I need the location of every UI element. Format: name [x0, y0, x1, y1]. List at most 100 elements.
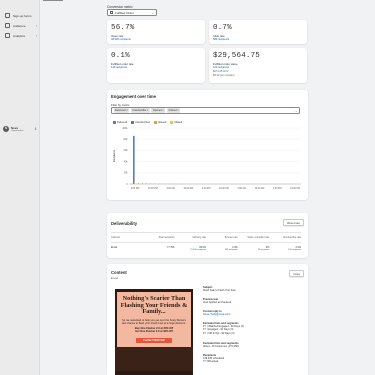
legend-item-delivered[interactable]: Delivered	[113, 121, 127, 124]
y-tick-label: 80k	[124, 138, 129, 141]
chevron-down-icon: ⌄	[294, 108, 298, 113]
email-cta-button: FLASH YOUR FAM	[136, 337, 172, 343]
filter-chip-opened[interactable]: Opened ×	[151, 108, 166, 113]
column-header: Spam complaint rate	[247, 236, 270, 239]
cell-sub[interactable]: 77,409 recipients	[174, 249, 206, 251]
metric-sub[interactable]: 120 recipients	[213, 66, 229, 69]
avatar: N	[3, 125, 9, 132]
chart-legend: Delivered Unsubscribed Opened Clicked	[113, 121, 186, 124]
chevron-updown-icon: ⇕	[34, 126, 37, 131]
legend-label: Delivered	[117, 121, 128, 124]
metric-value: $29,564.75	[213, 52, 261, 60]
legend-swatch	[153, 121, 157, 124]
metric-card-open-rate: 56.7% Open rate 48,930 recipients	[107, 20, 205, 44]
people-icon	[5, 23, 10, 28]
account-switcher[interactable]: N Nova Organization ⇕	[3, 124, 37, 133]
cell-sub[interactable]: 300 recipients	[206, 249, 238, 251]
column-header: Total recipients	[158, 236, 175, 239]
detail-preview-text: Preview text Auto Applied at Checkout	[203, 298, 293, 304]
sidebar-item-label: Analytics	[13, 33, 26, 38]
view-more-button[interactable]: View more	[282, 219, 304, 226]
column-header: Unsubscribe rate	[282, 236, 302, 239]
legend-swatch	[170, 121, 174, 124]
x-tick-label: 10:00 PM	[219, 188, 229, 190]
table-row: Email 77,708 99.6% 77,409 recipients 0.4…	[111, 243, 301, 252]
legend-label: Clicked	[174, 121, 183, 124]
legend-item-opened[interactable]: Opened	[153, 121, 166, 124]
legend-label: Unsubscribed	[135, 121, 150, 124]
detail-excluded-segments: Excluded lists and segments FY | Watched…	[203, 322, 293, 335]
x-tick-label: 10:00 AM	[255, 187, 265, 190]
email-body: So we restocked to help you get over the…	[122, 318, 186, 325]
section-title: Content	[111, 270, 127, 275]
metric-card-fulfilled-order-rate: 0.1% Fulfilled order rate 120 recipients	[107, 48, 205, 83]
email-preview[interactable]: Nothing's Scarier Than Flashing Your Fri…	[115, 289, 193, 375]
x-tick-label: 10:00 PM	[290, 188, 300, 190]
filter-chip-clicked[interactable]: Clicked ×	[166, 108, 181, 113]
table-header: Channel Total recipients Delivery rate B…	[111, 233, 301, 243]
x-tick-label: 10:00 AM	[183, 187, 193, 190]
metric-per-recipient: $0.22 per recipient	[213, 74, 235, 77]
cell-bounce: 0.4% 300 recipients	[206, 245, 238, 252]
chevron-right-icon: ›	[35, 23, 37, 28]
conversion-metric-select[interactable]: Fulfilled Order ⌄	[107, 9, 157, 16]
metric-filter-select[interactable]: Delivered × Unsubscribe × Opened × Click…	[111, 107, 300, 114]
filter-chip-delivered[interactable]: Delivered ×	[113, 108, 130, 113]
copy-button[interactable]: Copy	[289, 270, 304, 277]
cell-delivery: 99.6% 77,409 recipients	[174, 245, 206, 252]
metric-sub[interactable]: 589 recipients	[213, 38, 229, 41]
metric-sub[interactable]: 120 recipients	[111, 66, 127, 69]
chevron-right-icon: ›	[35, 33, 37, 38]
legend-item-clicked[interactable]: Clicked	[170, 121, 182, 124]
y-tick-label: 40k	[124, 160, 129, 163]
cell-spam: 0% 19 recipients	[238, 245, 270, 252]
cell-sub[interactable]: 144 recipients	[269, 249, 301, 251]
email-image-band	[115, 346, 193, 371]
chevron-down-icon: ⌄	[151, 10, 154, 15]
email-offer-2: Get One Flasher 2.0 at 30% Off	[135, 330, 173, 334]
column-header: Channel	[111, 236, 120, 239]
detail-value[interactable]: Nova <hello@nova.com>	[203, 313, 293, 316]
metric-aov: $271.25 AOV	[213, 70, 229, 73]
deliverability-table: Channel Total recipients Delivery rate B…	[111, 232, 301, 252]
metric-sub[interactable]: 48,930 recipients	[111, 38, 131, 41]
detail-value: 136,045 scheduled 77,708 actual	[203, 357, 225, 364]
account-sub: Organization	[11, 129, 24, 132]
section-title: Engagement over time	[111, 94, 156, 99]
metric-card-fulfilled-order-value: $29,564.75 Fulfilled order value 120 rec…	[209, 48, 307, 83]
bar-opened	[138, 182, 139, 184]
content-card: Content Email Copy Nothing's Scarier Tha…	[107, 264, 308, 375]
y-tick-label: 100k	[122, 127, 128, 130]
legend-swatch	[131, 121, 135, 124]
detail-value: Abbot - All Customers (172,468)	[203, 345, 239, 348]
form-icon	[5, 13, 10, 18]
content-subtitle: Email	[111, 276, 118, 280]
conversion-metric-value: Fulfilled Order	[115, 10, 134, 15]
filter-chip-unsubscribe[interactable]: Unsubscribe ×	[130, 108, 150, 113]
sidebar-item-label: Audience	[13, 23, 26, 28]
cell-sub[interactable]: 19 recipients	[238, 249, 270, 251]
x-tick-label: 4:00 PM	[202, 188, 211, 190]
metric-icon	[110, 11, 113, 14]
y-tick-label: 20k	[124, 172, 129, 175]
detail-subject: Subject Flash Sale to Flash Your Fam	[203, 286, 293, 292]
legend-item-unsubscribed[interactable]: Unsubscribed	[131, 121, 150, 124]
metric-value: 56.7%	[111, 24, 135, 32]
x-tick-label: 4:00 AM	[166, 187, 175, 190]
x-tick-label: 4:00 PM	[273, 188, 282, 190]
sidebar-top	[0, 0, 39, 10]
cell-channel: Email	[111, 246, 117, 249]
y-tick-label: 60k	[124, 149, 129, 152]
sidebar-item-signup-forms[interactable]: Sign-up forms	[0, 11, 39, 20]
email-hero: Nothing's Scarier Than Flashing Your Fri…	[117, 292, 191, 347]
detail-excluded-lists: Excluded lists and segments Abbot - All …	[203, 342, 293, 348]
column-header: Delivery rate	[192, 236, 207, 239]
bar-delivered	[133, 135, 135, 184]
sidebar-item-analytics[interactable]: Analytics ›	[0, 31, 39, 40]
sidebar-item-label: Sign-up forms	[13, 13, 32, 18]
column-header: Bounce rate	[224, 236, 238, 239]
metric-value: 0.1%	[111, 52, 130, 60]
x-tick-label: 4:00 PM	[131, 188, 140, 190]
sidebar-item-audience[interactable]: Audience ›	[0, 21, 39, 30]
detail-recipients: Recipients 136,045 scheduled 77,708 actu…	[203, 354, 293, 364]
